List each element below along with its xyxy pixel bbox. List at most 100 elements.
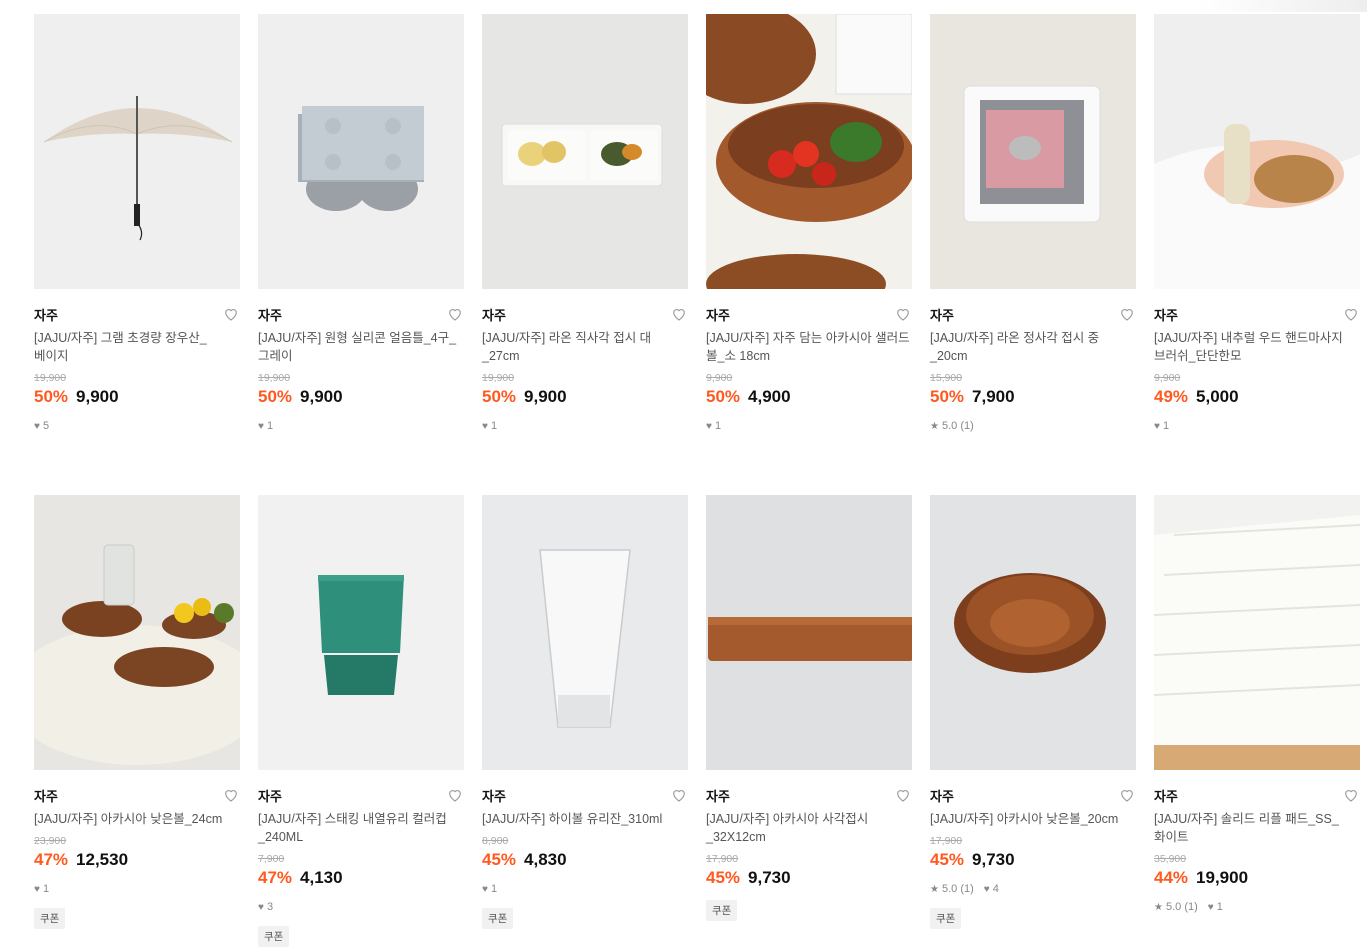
product-title[interactable]: [JAJU/자주] 스태킹 내열유리 컬러컵_240ML	[258, 810, 464, 846]
like-count: 1	[1162, 420, 1170, 432]
product-image[interactable]	[706, 14, 912, 289]
heart-icon: ♥	[1154, 420, 1160, 432]
product-title[interactable]: [JAJU/자주] 솔리드 리플 패드_SS_화이트	[1154, 810, 1360, 846]
star-icon: ★	[930, 420, 939, 432]
product-title[interactable]: [JAJU/자주] 자주 담는 아카시아 샐러드 볼_소 18cm	[706, 329, 912, 365]
sale-price: 12,530	[76, 850, 129, 869]
product-card[interactable]: 자주 [JAJU/자주] 라온 직사각 접시 대_27cm 19,900 50%…	[482, 14, 688, 495]
discount-rate: 50%	[930, 387, 965, 406]
brand-name: 자주	[930, 307, 954, 323]
product-title[interactable]: [JAJU/자주] 라온 직사각 접시 대_27cm	[482, 329, 688, 365]
discount-rate: 49%	[1154, 387, 1189, 406]
product-title[interactable]: [JAJU/자주] 아카시아 낮은볼_24cm	[34, 810, 240, 828]
heart-outline-icon[interactable]	[446, 305, 464, 323]
coupon-badge: 쿠폰	[34, 908, 66, 929]
heart-outline-icon[interactable]	[222, 305, 240, 323]
product-meta: ♥ 1	[482, 419, 688, 433]
heart-icon: ♥	[1207, 901, 1214, 913]
original-price: 15,900	[930, 372, 963, 384]
product-meta: ♥ 1	[1154, 419, 1360, 433]
like-count: 1	[266, 420, 274, 432]
heart-icon: ♥	[983, 883, 990, 895]
brand-name: 자주	[482, 307, 506, 323]
heart-outline-icon[interactable]	[1342, 305, 1360, 323]
product-title[interactable]: [JAJU/자주] 원형 실리콘 얼음틀_4구_그레이	[258, 329, 464, 365]
original-price: 19,900	[482, 372, 515, 384]
heart-icon: ♥	[258, 420, 264, 432]
heart-outline-icon[interactable]	[1118, 305, 1136, 323]
product-image[interactable]	[1154, 14, 1360, 289]
sale-price: 7,900	[972, 387, 1015, 406]
product-image[interactable]	[34, 14, 240, 289]
product-meta: ★ 5.0 (1) ♥ 1	[1154, 900, 1360, 914]
product-card[interactable]: 자주 [JAJU/자주] 솔리드 리플 패드_SS_화이트 35,900 44%…	[1154, 495, 1360, 947]
product-title[interactable]: [JAJU/자주] 아카시아 낮은볼_20cm	[930, 810, 1136, 828]
heart-outline-icon[interactable]	[894, 786, 912, 804]
like-count: 5	[42, 420, 50, 432]
product-card[interactable]: 자주 [JAJU/자주] 그램 초경량 장우산_베이지 19,900 50% 9…	[34, 14, 240, 495]
heart-outline-icon[interactable]	[446, 786, 464, 804]
like-count: 1	[490, 883, 498, 895]
like-count: 1	[1216, 901, 1223, 913]
rating: 5.0 (1)	[941, 420, 974, 432]
product-meta: ♥ 1	[34, 882, 240, 896]
product-title[interactable]: [JAJU/자주] 그램 초경량 장우산_베이지	[34, 329, 240, 365]
product-meta: ★ 5.0 (1)	[930, 419, 1136, 433]
product-card[interactable]: 자주 [JAJU/자주] 내추럴 우드 핸드마사지 브러쉬_단단한모 9,900…	[1154, 14, 1360, 495]
product-card[interactable]: 자주 [JAJU/자주] 아카시아 낮은볼_24cm 23,900 47% 12…	[34, 495, 240, 947]
brand-name: 자주	[1154, 788, 1178, 804]
heart-outline-icon[interactable]	[1118, 786, 1136, 804]
brand-name: 자주	[34, 307, 58, 323]
product-title[interactable]: [JAJU/자주] 하이볼 유리잔_310ml	[482, 810, 688, 828]
original-price: 8,900	[482, 835, 509, 847]
heart-outline-icon[interactable]	[1342, 786, 1360, 804]
original-price: 35,900	[1154, 853, 1187, 865]
heart-outline-icon[interactable]	[670, 305, 688, 323]
brand-name: 자주	[1154, 307, 1178, 323]
product-card[interactable]: 자주 [JAJU/자주] 원형 실리콘 얼음틀_4구_그레이 19,900 50…	[258, 14, 464, 495]
product-title[interactable]: [JAJU/자주] 아카시아 사각접시_32X12cm	[706, 810, 912, 846]
product-image[interactable]	[482, 495, 688, 770]
sale-price: 9,730	[748, 868, 791, 887]
heart-outline-icon[interactable]	[670, 786, 688, 804]
product-meta: ★ 5.0 (1) ♥ 4	[930, 882, 1136, 896]
original-price: 17,900	[706, 853, 739, 865]
heart-icon: ♥	[482, 420, 488, 432]
product-card[interactable]: 자주 [JAJU/자주] 스태킹 내열유리 컬러컵_240ML 7,900 47…	[258, 495, 464, 947]
brand-name: 자주	[930, 788, 954, 804]
product-image[interactable]	[1154, 495, 1360, 770]
product-image[interactable]	[258, 14, 464, 289]
top-edge-shadow	[1197, 0, 1367, 12]
product-card[interactable]: 자주 [JAJU/자주] 자주 담는 아카시아 샐러드 볼_소 18cm 9,9…	[706, 14, 912, 495]
product-card[interactable]: 자주 [JAJU/자주] 아카시아 사각접시_32X12cm 17,900 45…	[706, 495, 912, 947]
product-meta: ♥ 3	[258, 900, 464, 914]
product-image[interactable]	[34, 495, 240, 770]
discount-rate: 45%	[706, 868, 741, 887]
sale-price: 4,900	[748, 387, 791, 406]
product-meta: ♥ 1	[482, 882, 688, 896]
star-icon: ★	[930, 883, 939, 895]
like-count: 1	[714, 420, 722, 432]
original-price: 23,900	[34, 835, 67, 847]
product-title[interactable]: [JAJU/자주] 라온 정사각 접시 중_20cm	[930, 329, 1136, 365]
product-title[interactable]: [JAJU/자주] 내추럴 우드 핸드마사지 브러쉬_단단한모	[1154, 329, 1360, 365]
coupon-badge: 쿠폰	[706, 900, 738, 921]
discount-rate: 50%	[706, 387, 741, 406]
sale-price: 5,000	[1196, 387, 1239, 406]
product-card[interactable]: 자주 [JAJU/자주] 하이볼 유리잔_310ml 8,900 45% 4,8…	[482, 495, 688, 947]
product-image[interactable]	[258, 495, 464, 770]
product-image[interactable]	[482, 14, 688, 289]
product-image[interactable]	[930, 14, 1136, 289]
heart-outline-icon[interactable]	[894, 305, 912, 323]
product-image[interactable]	[706, 495, 912, 770]
product-card[interactable]: 자주 [JAJU/자주] 라온 정사각 접시 중_20cm 15,900 50%…	[930, 14, 1136, 495]
heart-outline-icon[interactable]	[222, 786, 240, 804]
sale-price: 9,900	[300, 387, 343, 406]
brand-name: 자주	[258, 307, 282, 323]
sale-price: 19,900	[1196, 868, 1249, 887]
sale-price: 4,130	[300, 868, 343, 887]
product-image[interactable]	[930, 495, 1136, 770]
product-card[interactable]: 자주 [JAJU/자주] 아카시아 낮은볼_20cm 17,900 45% 9,…	[930, 495, 1136, 947]
sale-price: 9,900	[76, 387, 119, 406]
discount-rate: 47%	[34, 850, 69, 869]
